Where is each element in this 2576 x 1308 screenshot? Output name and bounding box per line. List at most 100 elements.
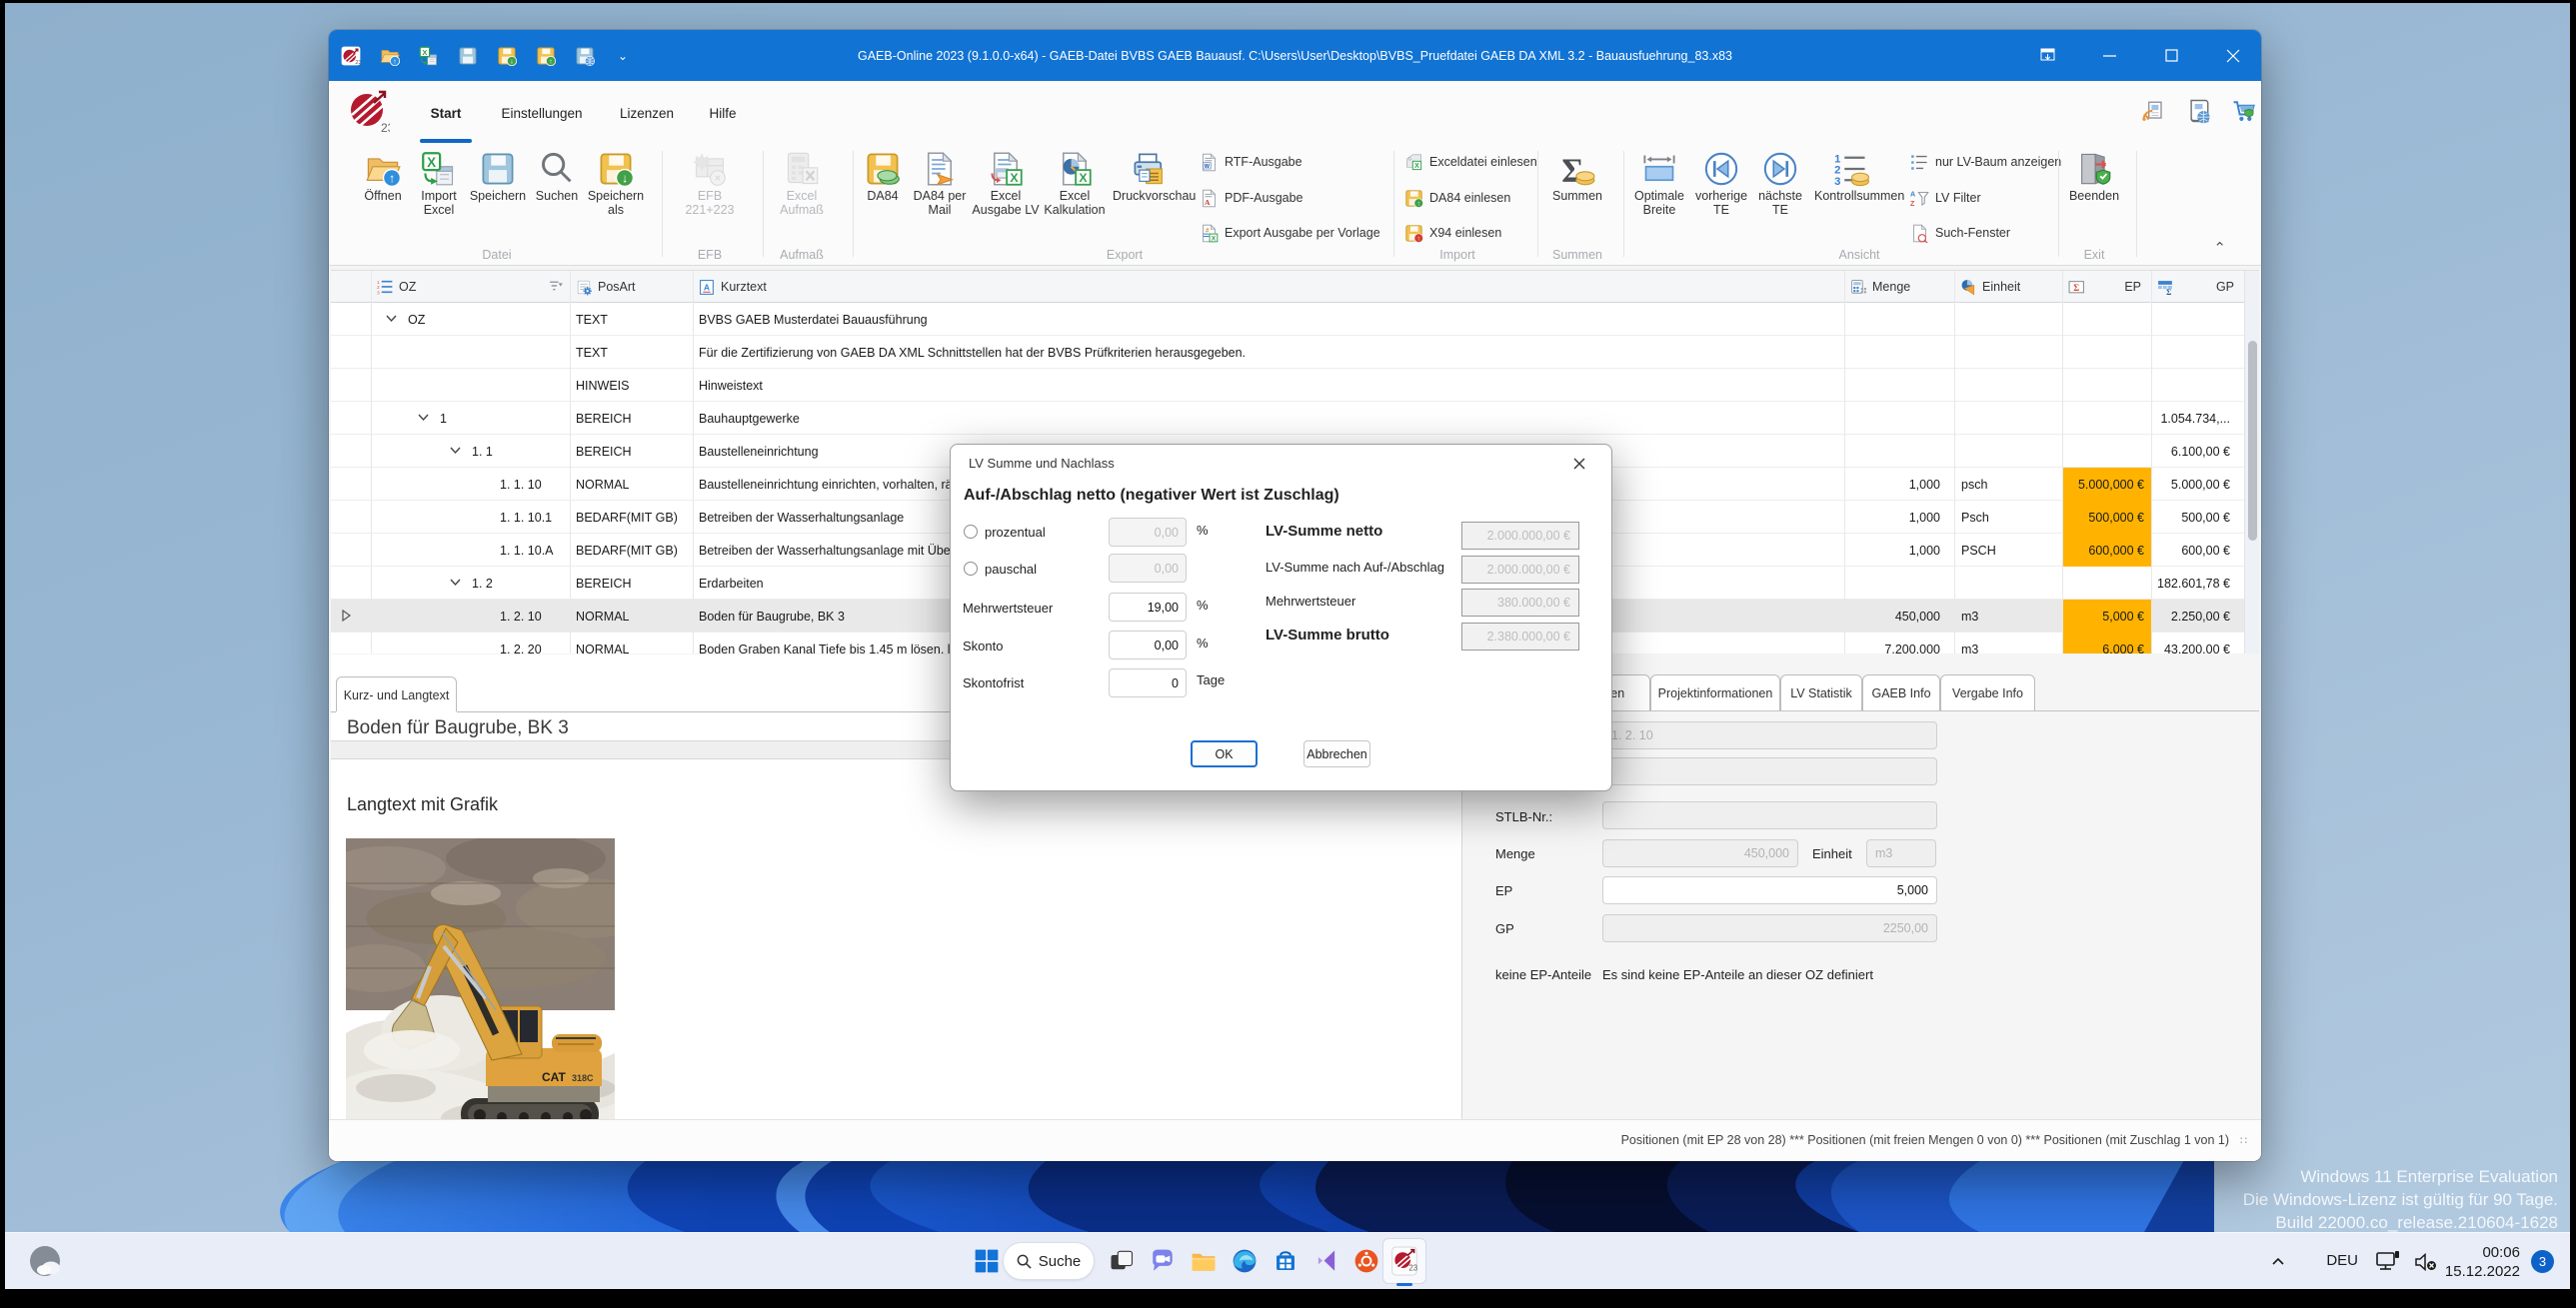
edge-icon[interactable] <box>1226 1242 1264 1280</box>
ep-input[interactable]: 5,000 <box>1602 876 1937 904</box>
ribbon-button-pdf-ausgabe[interactable]: APDF-Ausgabe <box>1200 186 1303 210</box>
mwst-input[interactable]: 19,00 <box>1109 593 1187 622</box>
ribbon-button-beenden[interactable]: Beenden <box>2057 147 2131 247</box>
minimize-button[interactable] <box>2078 30 2140 81</box>
ribbon-button-da84-per-mail[interactable]: DA84 perMail <box>903 147 977 247</box>
gaeb-taskbar-button[interactable]: 23 <box>1382 1238 1426 1284</box>
ribbon-button-n-chste-te[interactable]: nächsteTE <box>1743 147 1817 247</box>
excel-import-icon[interactable]: X <box>419 46 439 66</box>
network-icon[interactable] <box>2376 1251 2400 1273</box>
cell-kurztext: Hinweistext <box>699 369 1838 402</box>
ribbon-collapse-chevron[interactable]: ⌃ <box>2213 239 2226 257</box>
start-button[interactable] <box>968 1242 1006 1280</box>
search-pill[interactable]: Suche <box>1003 1242 1095 1280</box>
dialog-close-icon[interactable] <box>1570 455 1588 473</box>
grid-scrollbar[interactable] <box>2244 271 2259 654</box>
skontofrist-input[interactable]: 0 <box>1109 668 1187 697</box>
svg-text:X: X <box>1212 235 1217 242</box>
ribbon-button-such-fenster[interactable]: Such-Fenster <box>1910 221 2010 245</box>
table-row[interactable]: HINWEISHinweistext <box>331 369 2244 402</box>
expand-chevron-icon[interactable] <box>448 443 463 461</box>
app-logo-icon[interactable]: 23 <box>341 46 361 66</box>
column-header-menge[interactable]: Menge <box>1844 271 1954 303</box>
book-globe-icon[interactable] <box>2185 97 2215 127</box>
tab-projektinformationen[interactable]: Projektinformationen <box>1650 674 1780 710</box>
ribbon-button-speichern-als[interactable]: ↓Speichernals <box>579 147 653 247</box>
tab-gaeb-info[interactable]: GAEB Info <box>1862 674 1940 710</box>
floppy-globe-icon[interactable] <box>575 46 595 66</box>
ubuntu-icon[interactable] <box>1347 1242 1385 1280</box>
vscode-icon[interactable] <box>1307 1242 1345 1280</box>
h-calc-icon <box>1850 279 1867 296</box>
ribbon-button-x94-einlesen[interactable]: ↑X94 einlesen <box>1404 221 1501 245</box>
ribbon-button-da84-einlesen[interactable]: ↑DA84 einlesen <box>1404 186 1510 210</box>
clock[interactable]: 00:0615.12.2022 <box>2445 1243 2520 1281</box>
scrollbar-thumb[interactable] <box>2248 341 2257 541</box>
expand-chevron-icon[interactable] <box>448 575 463 593</box>
table-row[interactable]: 1BEREICHBauhauptgewerke1.054.734,... <box>331 402 2244 435</box>
column-header-oz[interactable]: 123OZ <box>371 271 570 303</box>
ribbon-button-lv-filter[interactable]: AZLV Filter <box>1910 186 1981 210</box>
volume-muted-icon[interactable] <box>2414 1252 2438 1272</box>
expand-chevron-icon[interactable] <box>384 311 399 329</box>
tab-kurz-und-langtext[interactable]: Kurz- und Langtext <box>336 676 457 712</box>
cart-icon[interactable] <box>2230 97 2260 127</box>
table-row[interactable]: TEXTFür die Zertifizierung von GAEB DA X… <box>331 336 2244 369</box>
floppy-blue-icon[interactable] <box>458 46 478 66</box>
cell-einheit: PSCH <box>1961 534 2061 567</box>
app-logo[interactable]: 23 <box>348 89 390 140</box>
ribbon-button-rtf-ausgabe[interactable]: WRTF-Ausgabe <box>1200 150 1302 174</box>
maximize-button[interactable] <box>2140 30 2202 81</box>
pauschal-input[interactable]: 0,00 <box>1109 554 1187 583</box>
cancel-button[interactable]: Abbrechen <box>1303 740 1370 767</box>
ribbon-button-exceldatei-einlesen[interactable]: XExceldatei einlesen <box>1404 150 1537 174</box>
pin-button[interactable] <box>2016 30 2078 81</box>
column-header-gp[interactable]: ΣGP <box>2151 271 2244 303</box>
table-row[interactable]: OZTEXTBVBS GAEB Musterdatei Bauausführun… <box>331 303 2244 336</box>
next-icon <box>1762 151 1798 187</box>
group-label-aufmaß: Aufmaß <box>780 248 824 262</box>
ribbon-button-druckvorschau[interactable]: Druckvorschau <box>1113 147 1187 247</box>
store-icon[interactable] <box>1267 1242 1304 1280</box>
radio-pauschal[interactable] <box>964 562 978 576</box>
sum-brutto-value: 2.380.000,00 € <box>1461 623 1579 651</box>
column-header-ep[interactable]: ΣEP <box>2062 271 2151 303</box>
svg-text:Z: Z <box>1910 200 1915 208</box>
ribbon-button-excel-ausgabe-lv[interactable]: XExcelAusgabe LV <box>969 147 1043 247</box>
floppy-saveas-icon[interactable]: ↓ <box>497 46 517 66</box>
tray-chevron-icon[interactable] <box>2271 1255 2285 1269</box>
notification-badge[interactable]: 3 <box>2531 1250 2554 1273</box>
ribbon-button-kontrollsummen[interactable]: 123Kontrollsummen <box>1814 147 1888 247</box>
qat-chevron-icon[interactable]: ⌄ <box>618 49 628 63</box>
tab-vergabe-info[interactable]: Vergabe Info <box>1940 674 2035 710</box>
floppy-green-icon[interactable]: ↑ <box>536 46 556 66</box>
explorer-icon[interactable] <box>1185 1242 1223 1280</box>
weather-widget[interactable] <box>25 1241 67 1283</box>
ok-button[interactable]: OK <box>1191 740 1258 767</box>
expand-chevron-icon[interactable] <box>416 410 431 428</box>
chat-icon[interactable] <box>1144 1242 1182 1280</box>
sort-icon[interactable] <box>548 278 565 295</box>
taskview-icon[interactable] <box>1103 1242 1141 1280</box>
tab-hilfe[interactable]: Hilfe <box>663 81 783 145</box>
sums-icon: 123 <box>1833 151 1869 187</box>
tab-lv-statistik[interactable]: LV Statistik <box>1780 674 1862 710</box>
column-header-einheit[interactable]: Einheit <box>1954 271 2062 303</box>
language-indicator[interactable]: DEU <box>2326 1252 2358 1269</box>
resize-grip[interactable]: ∷ <box>2240 1134 2249 1147</box>
folder-open-icon[interactable]: ↑ <box>380 46 400 66</box>
prozentual-input[interactable]: 0,00 <box>1109 518 1187 547</box>
tab-einstellungen[interactable]: Einstellungen <box>482 81 602 145</box>
ribbon-button-nur-lv-baum-anzeigen[interactable]: nur LV-Baum anzeigen <box>1910 150 2061 174</box>
column-header-kurztext[interactable]: AKurztext <box>693 271 1844 303</box>
skonto-input[interactable]: 0,00 <box>1109 631 1187 659</box>
close-button[interactable] <box>2202 30 2261 81</box>
news-doc-icon[interactable] <box>2140 97 2170 127</box>
ribbon-button-export-ausgabe-per-vorlage[interactable]: #XExport Ausgabe per Vorlage <box>1200 221 1380 245</box>
ribbon-button-summen[interactable]: ΣSummen <box>1540 147 1614 247</box>
column-header-posart[interactable]: PosArt <box>570 271 693 303</box>
radio-prozentual[interactable] <box>964 525 978 539</box>
doc-search-icon <box>1910 224 1929 243</box>
ribbon-button-excel-kalkulation[interactable]: XExcelKalkulation <box>1038 147 1112 247</box>
group-label-ansicht: Ansicht <box>1839 248 1880 262</box>
